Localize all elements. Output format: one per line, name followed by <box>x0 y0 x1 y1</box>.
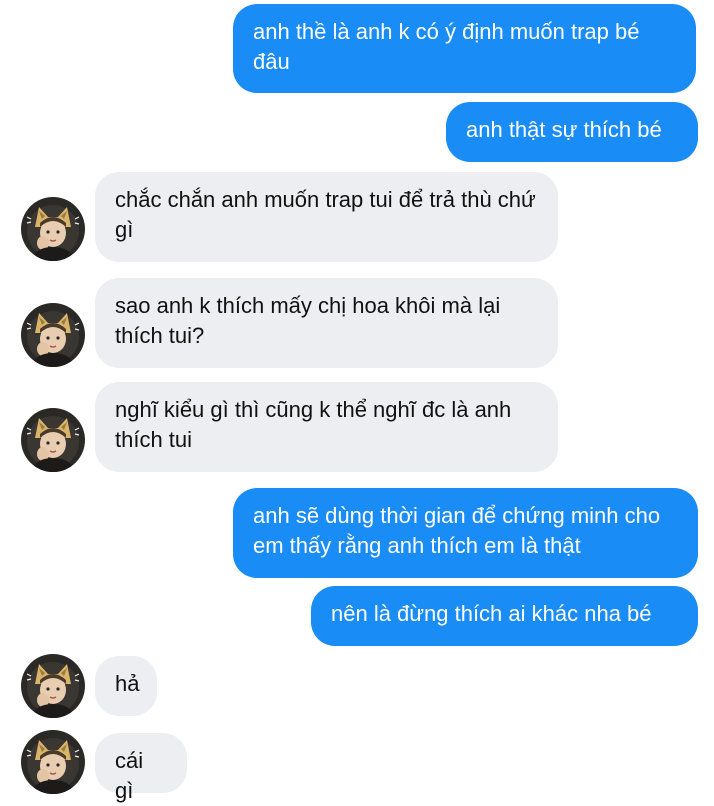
message-bubble-incoming[interactable]: nghĩ kiểu gì thì cũng k thể nghĩ đc là a… <box>95 382 558 472</box>
message-bubble-incoming[interactable]: cái gì <box>95 733 187 803</box>
message-bubble-outgoing[interactable]: anh sẽ dùng thời gian để chứng minh cho … <box>233 488 698 578</box>
message-bubble-incoming[interactable]: sao anh k thích mấy chị hoa khôi mà lại … <box>95 278 558 368</box>
contact-avatar[interactable] <box>21 730 85 794</box>
contact-avatar[interactable] <box>21 408 85 472</box>
user-photo-cat-ears-avatar-icon <box>21 654 85 718</box>
user-photo-cat-ears-avatar-icon <box>21 730 85 794</box>
conversation-thread: anh thề là anh k có ý định muốn trap bé … <box>0 0 714 803</box>
contact-avatar[interactable] <box>21 303 85 367</box>
user-photo-cat-ears-avatar-icon <box>21 408 85 472</box>
message-bubble-outgoing[interactable]: anh thề là anh k có ý định muốn trap bé … <box>233 4 696 93</box>
message-bubble-outgoing[interactable]: anh thật sự thích bé <box>446 102 698 162</box>
message-bubble-incoming[interactable]: chắc chắn anh muốn trap tui để trả thù c… <box>95 172 558 262</box>
contact-avatar[interactable] <box>21 654 85 718</box>
message-bubble-incoming[interactable]: hả <box>95 656 157 716</box>
user-photo-cat-ears-avatar-icon <box>21 197 85 261</box>
message-bubble-outgoing[interactable]: nên là đừng thích ai khác nha bé <box>311 586 698 646</box>
user-photo-cat-ears-avatar-icon <box>21 303 85 367</box>
contact-avatar[interactable] <box>21 197 85 261</box>
